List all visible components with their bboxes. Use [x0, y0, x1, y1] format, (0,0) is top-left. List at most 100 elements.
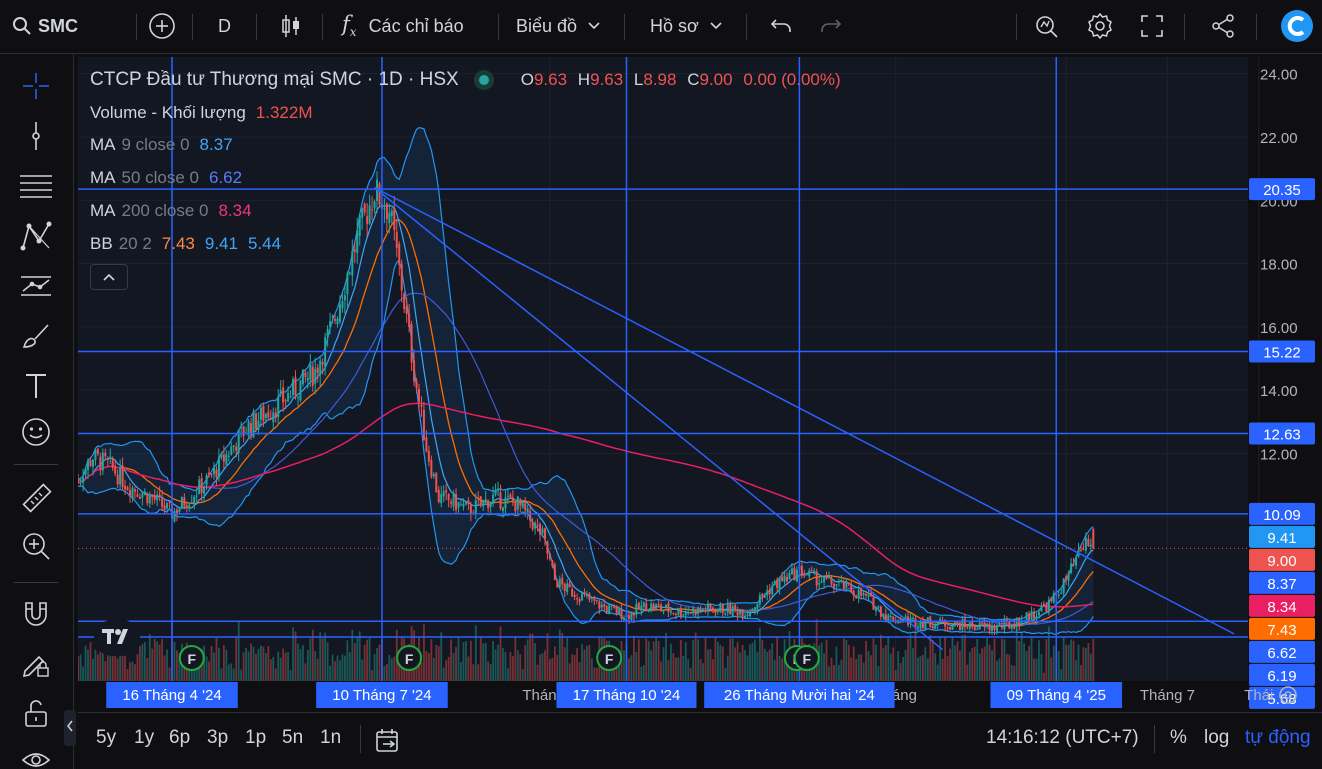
candle-body [1062, 578, 1065, 593]
candle-body [820, 581, 823, 583]
crosshair-tool[interactable] [18, 70, 54, 106]
legend-ma200-row[interactable]: MA 200 close 0 8.34 [90, 197, 252, 225]
symbol-search-button[interactable]: SMC [12, 8, 78, 44]
redo-button[interactable] [818, 8, 842, 44]
volume-bar [756, 651, 759, 681]
candle-body [556, 581, 559, 588]
collapse-toolbar-button[interactable] [64, 710, 76, 746]
volume-bar [247, 651, 250, 681]
brush-tool[interactable] [18, 320, 54, 356]
volume-bar [828, 666, 830, 681]
profile-dropdown[interactable]: Hồ sơ [650, 8, 723, 44]
range-1m-button[interactable]: 1p [245, 727, 266, 749]
emoji-tool[interactable] [18, 416, 54, 452]
volume-bar [879, 634, 882, 681]
volume-bar [716, 641, 719, 681]
candle-body [956, 622, 959, 624]
volume-bar [949, 648, 951, 681]
volume-bar [588, 644, 591, 681]
pattern-tool[interactable] [18, 220, 54, 256]
undo-button[interactable] [770, 8, 794, 44]
text-tool[interactable] [18, 370, 54, 406]
volume-bar [447, 656, 450, 681]
candle-body [677, 608, 680, 615]
time-axis-highlight-text: 09 Tháng 4 '25 [1007, 687, 1106, 704]
volume-bar [427, 653, 430, 681]
clock-timezone[interactable]: 14:16:12 (UTC+7) [986, 727, 1139, 749]
percent-scale-toggle[interactable]: % [1170, 727, 1187, 749]
volume-bar [378, 644, 381, 681]
settings-button[interactable] [1086, 8, 1114, 44]
volume-bar [314, 651, 317, 681]
candle-body [561, 577, 564, 585]
fib-tool[interactable] [18, 170, 54, 206]
quick-search-button[interactable] [1034, 8, 1060, 44]
indicators-label: Các chỉ báo [368, 15, 464, 36]
measure-tool[interactable] [18, 482, 54, 518]
volume-bar [917, 657, 919, 681]
log-scale-toggle[interactable]: log [1204, 727, 1229, 749]
volume-bar [951, 637, 954, 681]
legend-ma50-row[interactable]: MA 50 close 0 6.62 [90, 164, 242, 192]
fullscreen-button[interactable] [1140, 8, 1164, 44]
volume-bar [670, 643, 672, 681]
lock-drawings-tool[interactable] [18, 698, 54, 734]
price-chart[interactable]: FFFFF24.0022.0020.0018.0016.0014.0012.00… [78, 57, 1322, 709]
chart-type-dropdown[interactable]: Biểu đồ [516, 8, 601, 44]
candle-body [889, 615, 892, 617]
volume-bar [116, 658, 119, 681]
candle-body [420, 405, 423, 407]
time-axis-highlight-text: 26 Tháng Mười hai '24 [724, 687, 875, 704]
hide-drawings-tool[interactable] [18, 744, 54, 769]
candle-body [687, 612, 690, 614]
range-5d-button[interactable]: 5n [282, 727, 303, 749]
chart-pane[interactable]: FFFFF24.0022.0020.0018.0016.0014.0012.00… [78, 57, 1322, 709]
candle-body [292, 379, 295, 396]
candle-body [1089, 544, 1092, 547]
candle-body [311, 366, 314, 386]
candle-body [578, 599, 581, 603]
candle-body [415, 380, 418, 389]
ma9-name: MA [90, 135, 116, 154]
chart-style-button[interactable] [280, 8, 302, 44]
share-button[interactable] [1210, 8, 1236, 44]
volume-bar [731, 638, 734, 681]
go-to-date-button[interactable] [374, 727, 402, 761]
legend-collapse-button[interactable] [90, 264, 128, 290]
vertical-line-icon [21, 121, 51, 156]
trendline-tool[interactable] [18, 120, 54, 156]
indicators-button[interactable]: fx Các chỉ báo [342, 8, 464, 44]
candle-body [840, 579, 843, 582]
volume-bar [850, 657, 853, 681]
brand-logo[interactable] [1280, 8, 1314, 44]
range-1d-button[interactable]: 1n [320, 727, 341, 749]
range-1y-button[interactable]: 1y [134, 727, 154, 749]
candle-body [89, 459, 92, 466]
legend-volume-row[interactable]: Volume - Khối lượng 1.322M [90, 99, 312, 127]
legend-ma9-row[interactable]: MA 9 close 0 8.37 [90, 131, 233, 159]
close-label: C [687, 70, 700, 89]
range-3m-button[interactable]: 3p [207, 727, 228, 749]
candle-body [358, 215, 361, 236]
range-6m-button[interactable]: 6p [169, 727, 190, 749]
magnet-tool[interactable] [18, 598, 54, 634]
volume-bar [996, 660, 998, 681]
legend-bb-row[interactable]: BB 20 2 7.43 9.41 5.44 [90, 230, 281, 258]
candle-body [773, 581, 776, 586]
interval-button[interactable]: D [218, 8, 231, 44]
compare-symbol-button[interactable] [148, 8, 176, 44]
range-5y-button[interactable]: 5y [96, 727, 116, 749]
share-icon [1210, 13, 1236, 39]
zoom-tool[interactable] [18, 530, 54, 566]
stay-in-drawing-tool[interactable] [18, 648, 54, 684]
auto-scale-toggle[interactable]: tự động [1245, 727, 1311, 749]
volume-bar [998, 658, 1001, 681]
forecast-tool[interactable] [18, 270, 54, 306]
volume-bar [511, 655, 514, 681]
candle-body [351, 250, 354, 276]
volume-bar [304, 663, 307, 681]
tradingview-logo[interactable] [94, 620, 140, 656]
volume-bar [242, 652, 245, 681]
volume-bar [1028, 645, 1030, 681]
candle-body [973, 626, 976, 631]
